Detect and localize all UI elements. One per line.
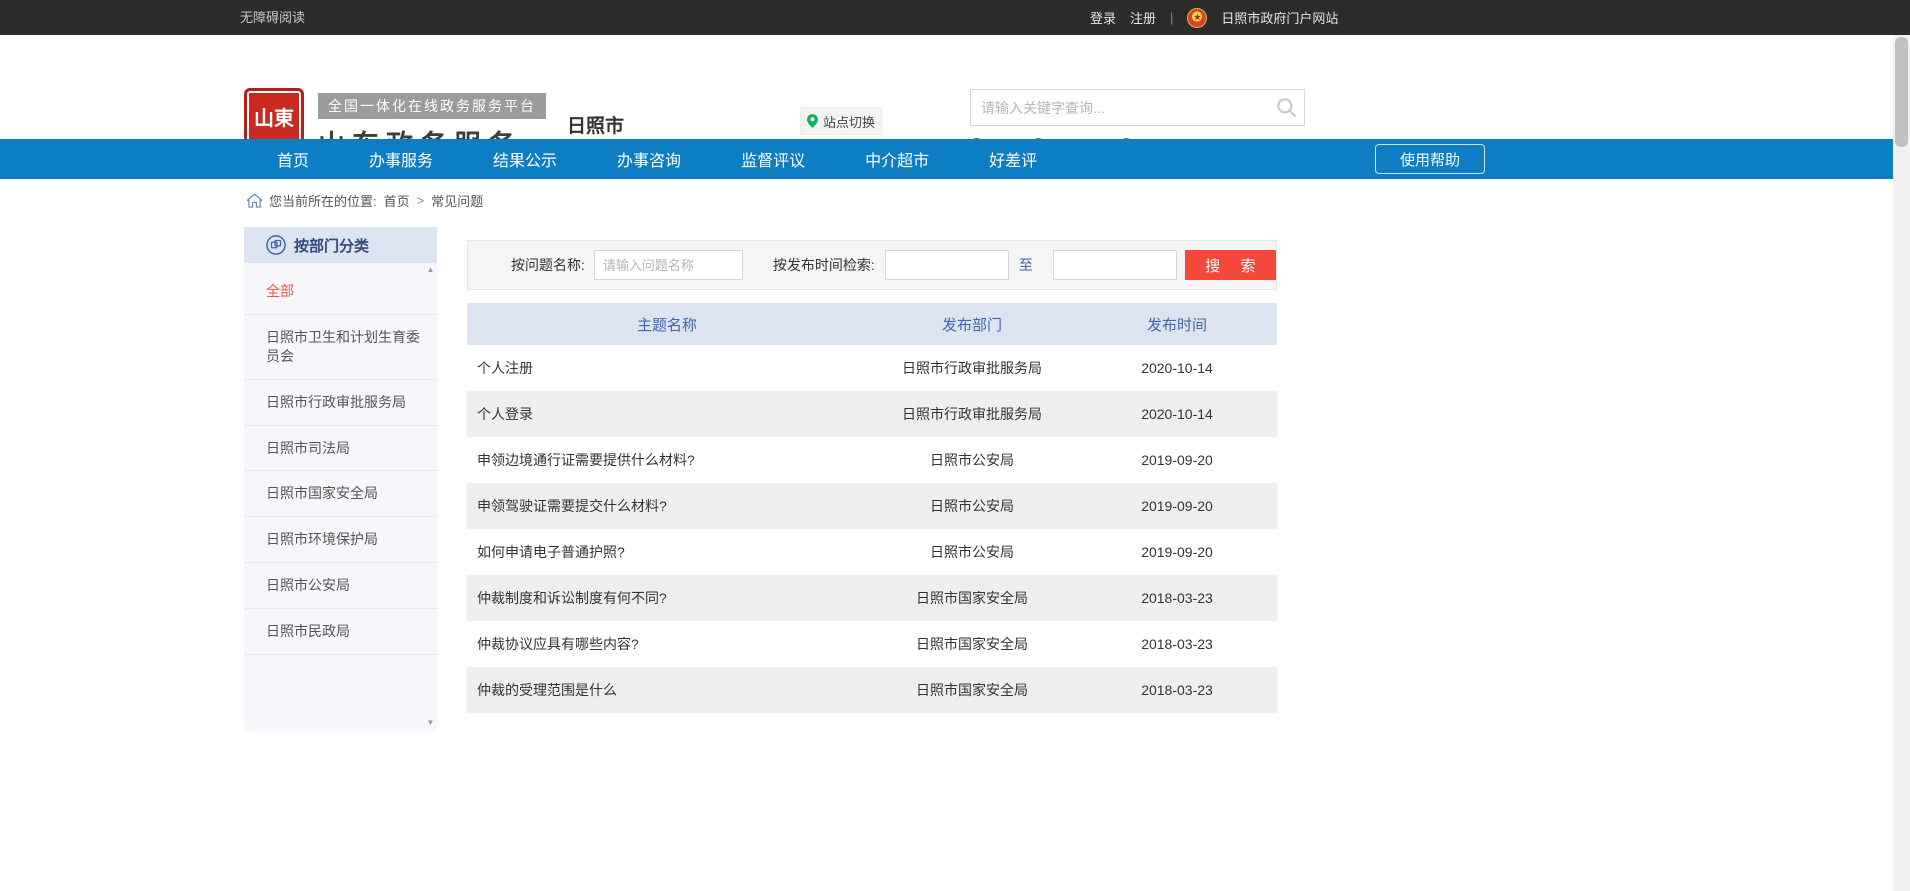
nav-results[interactable]: 结果公示 xyxy=(493,147,557,171)
nav-home[interactable]: 首页 xyxy=(277,147,309,171)
cell-department: 日照市国家安全局 xyxy=(867,588,1077,608)
cell-date: 2020-10-14 xyxy=(1077,406,1277,422)
question-name-label: 按问题名称: xyxy=(511,255,585,275)
breadcrumb-prefix: 您当前所在的位置: xyxy=(269,191,377,210)
topbar-right-group: 登录 注册 | ★ 日照市政府门户网站 xyxy=(1090,0,1338,35)
question-name-input[interactable] xyxy=(594,250,743,280)
cell-date: 2020-10-14 xyxy=(1077,360,1277,376)
cell-date: 2018-03-23 xyxy=(1077,682,1277,698)
breadcrumb-separator: > xyxy=(417,193,425,208)
cell-department: 日照市行政审批服务局 xyxy=(867,358,1077,378)
cell-date: 2019-09-20 xyxy=(1077,452,1277,468)
portal-link[interactable]: 日照市政府门户网站 xyxy=(1221,8,1338,27)
home-icon xyxy=(247,194,262,208)
sidebar-item-admin-approval[interactable]: 日照市行政审批服务局 xyxy=(244,380,437,426)
search-icon[interactable] xyxy=(1274,95,1300,121)
keyword-search-box xyxy=(970,89,1305,126)
sidebar-scrollbar[interactable]: ▲ ▼ xyxy=(426,265,435,727)
city-name: 日照市 xyxy=(567,111,624,138)
cell-topic[interactable]: 仲裁的受理范围是什么 xyxy=(467,680,867,700)
table-row[interactable]: 如何申请电子普通护照? 日照市公安局 2019-09-20 xyxy=(467,529,1277,575)
scroll-up-icon[interactable]: ▲ xyxy=(426,265,435,274)
site-switch-label: 站点切换 xyxy=(823,112,875,131)
category-icon xyxy=(266,235,286,255)
col-header-date: 发布时间 xyxy=(1077,314,1277,335)
sidebar-header: 按部门分类 xyxy=(244,227,437,263)
site-switch-button[interactable]: 站点切换 xyxy=(800,107,882,135)
date-from-input[interactable] xyxy=(885,250,1009,280)
accessibility-link[interactable]: 无障碍阅读 xyxy=(240,0,305,35)
faq-table: 主题名称 发布部门 发布时间 个人注册 日照市行政审批服务局 2020-10-1… xyxy=(467,303,1277,713)
table-row[interactable]: 仲裁制度和诉讼制度有何不同? 日照市国家安全局 2018-03-23 xyxy=(467,575,1277,621)
national-emblem-icon: ★ xyxy=(1187,8,1207,28)
filter-bar: 按问题名称: 按发布时间检索: 至 搜 索 xyxy=(467,240,1277,290)
main-nav: 首页 办事服务 结果公示 办事咨询 监督评议 中介超市 好差评 使用帮助 xyxy=(0,139,1910,179)
sidebar-item-state-security[interactable]: 日照市国家安全局 xyxy=(244,471,437,517)
location-pin-icon xyxy=(807,114,818,128)
page-scrollbar[interactable] xyxy=(1893,35,1910,891)
cell-topic[interactable]: 个人登录 xyxy=(467,404,867,424)
table-row[interactable]: 申领驾驶证需要提交什么材料? 日照市公安局 2019-09-20 xyxy=(467,483,1277,529)
header: 山東 全国一体化在线政务服务平台 山东政务服务 日照市 站点切换 全部 权力事项… xyxy=(0,35,1910,139)
col-header-department: 发布部门 xyxy=(867,314,1077,335)
table-row[interactable]: 个人注册 日照市行政审批服务局 2020-10-14 xyxy=(467,345,1277,391)
keyword-search-input[interactable] xyxy=(971,100,1274,116)
table-row[interactable]: 申领边境通行证需要提供什么材料? 日照市公安局 2019-09-20 xyxy=(467,437,1277,483)
sidebar-item-justice[interactable]: 日照市司法局 xyxy=(244,426,437,472)
table-row[interactable]: 仲裁协议应具有哪些内容? 日照市国家安全局 2018-03-23 xyxy=(467,621,1277,667)
nav-services[interactable]: 办事服务 xyxy=(369,147,433,171)
table-row[interactable]: 个人登录 日照市行政审批服务局 2020-10-14 xyxy=(467,391,1277,437)
cell-department: 日照市国家安全局 xyxy=(867,680,1077,700)
department-sidebar: 按部门分类 全部 日照市卫生和计划生育委员会 日照市行政审批服务局 日照市司法局… xyxy=(244,227,437,731)
cell-date: 2019-09-20 xyxy=(1077,544,1277,560)
login-link[interactable]: 登录 xyxy=(1090,8,1116,27)
nav-supervision[interactable]: 监督评议 xyxy=(741,147,805,171)
cell-department: 日照市公安局 xyxy=(867,542,1077,562)
nav-agency-market[interactable]: 中介超市 xyxy=(865,147,929,171)
topbar-divider: | xyxy=(1170,10,1173,25)
scrollbar-thumb[interactable] xyxy=(1895,37,1908,147)
breadcrumb-home[interactable]: 首页 xyxy=(384,191,410,210)
cell-department: 日照市国家安全局 xyxy=(867,634,1077,654)
cell-department: 日照市公安局 xyxy=(867,450,1077,470)
table-header-row: 主题名称 发布部门 发布时间 xyxy=(467,303,1277,345)
platform-banner: 全国一体化在线政务服务平台 xyxy=(318,93,546,119)
cell-date: 2018-03-23 xyxy=(1077,590,1277,606)
nav-consult[interactable]: 办事咨询 xyxy=(617,147,681,171)
topbar: 无障碍阅读 登录 注册 | ★ 日照市政府门户网站 xyxy=(0,0,1910,35)
main-content: 按问题名称: 按发布时间检索: 至 搜 索 主题名称 发布部门 发布时间 个人注… xyxy=(467,240,1277,713)
breadcrumb-current: 常见问题 xyxy=(431,191,483,210)
col-header-topic: 主题名称 xyxy=(467,314,867,335)
search-button[interactable]: 搜 索 xyxy=(1185,250,1276,280)
breadcrumb: 您当前所在的位置: 首页 > 常见问题 xyxy=(247,191,483,210)
cell-topic[interactable]: 申领边境通行证需要提供什么材料? xyxy=(467,450,867,470)
cell-date: 2018-03-23 xyxy=(1077,636,1277,652)
sidebar-item-all[interactable]: 全部 xyxy=(244,269,437,315)
cell-topic[interactable]: 仲裁协议应具有哪些内容? xyxy=(467,634,867,654)
sidebar-item-civil-affairs[interactable]: 日照市民政局 xyxy=(244,609,437,655)
department-list: 全部 日照市卫生和计划生育委员会 日照市行政审批服务局 日照市司法局 日照市国家… xyxy=(244,263,437,655)
cell-topic[interactable]: 仲裁制度和诉讼制度有何不同? xyxy=(467,588,867,608)
nav-items: 首页 办事服务 结果公示 办事咨询 监督评议 中介超市 好差评 xyxy=(277,139,1037,179)
register-link[interactable]: 注册 xyxy=(1130,8,1156,27)
scroll-down-icon[interactable]: ▼ xyxy=(426,718,435,727)
help-button[interactable]: 使用帮助 xyxy=(1375,144,1485,174)
date-to-label: 至 xyxy=(1019,255,1033,275)
cell-date: 2019-09-20 xyxy=(1077,498,1277,514)
sidebar-title: 按部门分类 xyxy=(294,235,369,256)
cell-department: 日照市公安局 xyxy=(867,496,1077,516)
cell-topic[interactable]: 个人注册 xyxy=(467,358,867,378)
nav-rating[interactable]: 好差评 xyxy=(989,147,1037,171)
sidebar-item-public-security[interactable]: 日照市公安局 xyxy=(244,563,437,609)
sidebar-item-health-commission[interactable]: 日照市卫生和计划生育委员会 xyxy=(244,315,437,380)
table-row[interactable]: 仲裁的受理范围是什么 日照市国家安全局 2018-03-23 xyxy=(467,667,1277,713)
publish-date-label: 按发布时间检索: xyxy=(773,255,875,275)
sidebar-item-environment[interactable]: 日照市环境保护局 xyxy=(244,517,437,563)
cell-topic[interactable]: 申领驾驶证需要提交什么材料? xyxy=(467,496,867,516)
date-to-input[interactable] xyxy=(1053,250,1177,280)
cell-topic[interactable]: 如何申请电子普通护照? xyxy=(467,542,867,562)
cell-department: 日照市行政审批服务局 xyxy=(867,404,1077,424)
